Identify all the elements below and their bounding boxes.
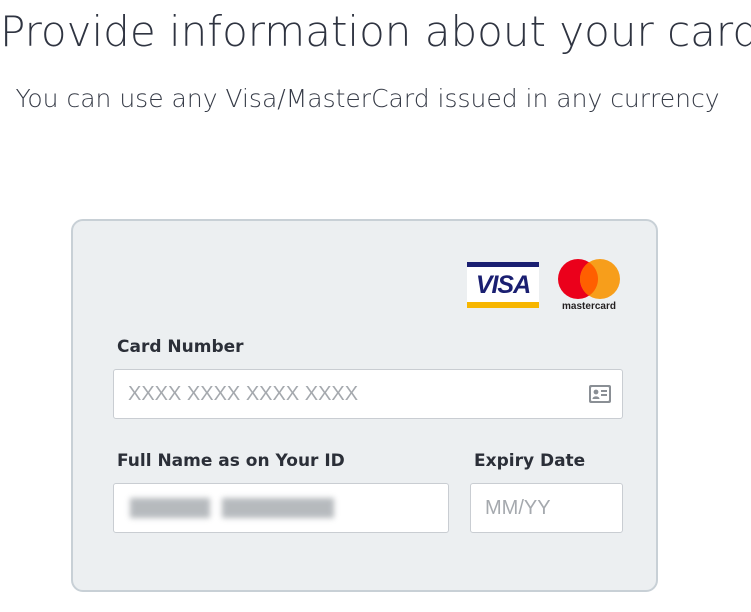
visa-logo: VISA xyxy=(467,262,539,308)
page-subtitle: You can use any Visa/MasterCard issued i… xyxy=(15,84,720,113)
mastercard-wordmark: mastercard xyxy=(562,301,616,312)
expiry-date-label: Expiry Date xyxy=(474,451,586,471)
card-number-label: Card Number xyxy=(117,337,244,357)
id-card-icon xyxy=(589,385,611,403)
page-title: Provide information about your card xyxy=(0,7,751,56)
card-number-field[interactable] xyxy=(113,369,623,419)
card-number-input[interactable] xyxy=(128,370,568,418)
visa-logo-top-bar xyxy=(467,262,539,267)
visa-logo-text: VISA xyxy=(475,271,531,299)
full-name-label: Full Name as on Your ID xyxy=(117,451,345,471)
expiry-date-field[interactable] xyxy=(470,483,623,533)
mastercard-logo: mastercard xyxy=(557,259,621,313)
mastercard-circles-icon xyxy=(558,259,620,299)
visa-logo-bottom-bar xyxy=(467,302,539,308)
full-name-field[interactable] xyxy=(113,483,449,533)
full-name-redacted-value xyxy=(130,498,340,518)
expiry-date-input[interactable] xyxy=(485,484,610,532)
card-form-panel: VISA mastercard Card Number Full Name as… xyxy=(71,219,658,592)
